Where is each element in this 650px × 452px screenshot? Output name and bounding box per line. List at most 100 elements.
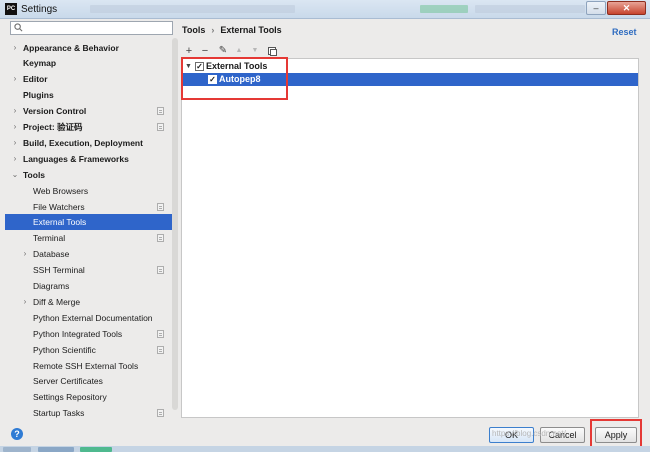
taskbar-item[interactable] (38, 447, 74, 452)
sidebar-item[interactable]: Keymap (5, 55, 174, 71)
project-scope-icon (157, 107, 164, 116)
sidebar-item-label: Remote SSH External Tools (33, 360, 139, 371)
sidebar-item-label: Editor (23, 74, 48, 85)
sidebar-item-label: Languages & Frameworks (23, 153, 129, 164)
chevron-right-icon: › (211, 25, 215, 35)
settings-sidebar: › Appearance & Behavior Keymap › Editor Plugi… (5, 19, 178, 421)
sidebar-item[interactable]: Server Certificates (5, 373, 174, 389)
chevron-right-icon[interactable]: › (21, 246, 29, 262)
sidebar-item[interactable]: › Languages & Frameworks (5, 151, 174, 167)
breadcrumb: Tools › External Tools (182, 25, 282, 35)
sidebar-item[interactable]: Python Integrated Tools (5, 326, 174, 342)
sidebar-item-label: Plugins (23, 90, 54, 101)
chevron-right-icon[interactable]: › (11, 71, 19, 87)
sidebar-item-label: Appearance & Behavior (23, 42, 119, 53)
project-scope-icon (157, 266, 164, 275)
reset-link[interactable]: Reset (612, 27, 637, 37)
move-down-icon[interactable]: ▼ (249, 44, 261, 58)
sidebar-item[interactable]: › Version Control (5, 103, 174, 119)
sidebar-item-label: Project: 验证码 (23, 122, 83, 132)
sidebar-item-label: Server Certificates (33, 376, 103, 387)
sidebar-item-label: Diff & Merge (33, 296, 81, 307)
sidebar-item[interactable]: ⌄ Tools (5, 167, 174, 183)
copy-icon[interactable] (268, 47, 277, 56)
sidebar-item[interactable]: › Editor (5, 71, 174, 87)
sidebar-item-label: Version Control (23, 106, 87, 117)
sidebar-item[interactable]: › Appearance & Behavior (5, 40, 174, 56)
chevron-right-icon[interactable]: › (11, 103, 19, 119)
sidebar-item[interactable]: › Diff & Merge (5, 294, 174, 310)
help-icon[interactable]: ? (11, 428, 23, 440)
window-title: Settings (21, 4, 58, 15)
sidebar-item[interactable]: › Project: 验证码 (5, 119, 174, 135)
apply-button[interactable]: Apply (595, 427, 637, 443)
sidebar-item-label: SSH Terminal (33, 265, 85, 276)
chevron-right-icon[interactable]: › (11, 135, 19, 151)
project-scope-icon (157, 123, 164, 131)
project-scope-icon (157, 345, 164, 354)
search-icon (14, 23, 23, 32)
sidebar-item-label: Python Scientific (33, 344, 96, 355)
title-bar-blur (420, 5, 468, 13)
project-scope-icon (157, 202, 164, 211)
minimize-button[interactable]: – (586, 1, 606, 15)
sidebar-item-label: Web Browsers (33, 185, 89, 196)
project-scope-icon (157, 409, 164, 418)
sidebar-item-label: External Tools (33, 217, 87, 228)
external-tools-toolbar: + − ✎ ▲ ▼ (181, 44, 639, 58)
sidebar-item[interactable]: Web Browsers (5, 183, 174, 199)
tree-group-external-tools[interactable]: ▼ ✓ External Tools (182, 60, 638, 73)
sidebar-item[interactable]: › Database (5, 246, 174, 262)
sidebar-scrollbar[interactable] (172, 38, 178, 410)
chevron-right-icon[interactable]: › (11, 119, 19, 135)
sidebar-item-label: Python Integrated Tools (33, 328, 123, 339)
sidebar-item[interactable]: SSH Terminal (5, 262, 174, 278)
sidebar-item-label: Keymap (23, 58, 57, 69)
tree-group-label: External Tools (206, 61, 268, 71)
checkbox-autopep8[interactable]: ✓ (208, 75, 217, 84)
sidebar-item-label: Build, Execution, Deployment (23, 137, 143, 148)
close-button[interactable]: ✕ (607, 1, 646, 15)
sidebar-item[interactable]: Python Scientific (5, 342, 174, 358)
pycharm-app-icon: PC (5, 3, 17, 15)
breadcrumb-tools[interactable]: Tools (182, 25, 205, 35)
sidebar-item[interactable]: Diagrams (5, 278, 174, 294)
sidebar-item-label: Terminal (33, 233, 66, 244)
sidebar-item[interactable]: Remote SSH External Tools (5, 358, 174, 374)
sidebar-item[interactable]: Python External Documentation (5, 310, 174, 326)
tree-item-label: Autopep8 (219, 74, 261, 84)
taskbar-item[interactable] (80, 447, 112, 452)
add-icon[interactable]: + (183, 44, 195, 58)
sidebar-item-label: Settings Repository (33, 392, 107, 403)
sidebar-item[interactable]: File Watchers (5, 199, 174, 215)
remove-icon[interactable]: − (199, 44, 211, 58)
move-up-icon[interactable]: ▲ (233, 44, 245, 58)
sidebar-item[interactable]: Terminal (5, 230, 174, 246)
title-bar-blur (90, 5, 295, 13)
sidebar-item[interactable]: › Build, Execution, Deployment (5, 135, 174, 151)
taskbar-item[interactable] (3, 447, 31, 452)
tree-item-autopep8[interactable]: ✓ Autopep8 (182, 73, 638, 86)
edit-icon[interactable]: ✎ (217, 44, 229, 58)
sidebar-item-label: File Watchers (33, 201, 85, 212)
sidebar-item-label: Database (33, 249, 70, 260)
sidebar-item[interactable]: Plugins (5, 87, 174, 103)
sidebar-item-label: Diagrams (33, 281, 70, 291)
sidebar-item[interactable]: Startup Tasks (5, 405, 174, 421)
sidebar-item-label: Tools (23, 169, 46, 180)
sidebar-item[interactable]: External Tools (5, 214, 174, 231)
window-title-bar: PC Settings – □ ✕ (0, 0, 650, 19)
chevron-down-icon[interactable]: ⌄ (11, 167, 19, 183)
sidebar-item-label: Python External Documentation (33, 312, 153, 323)
chevron-right-icon[interactable]: › (21, 294, 29, 310)
title-bar-blur (475, 5, 585, 13)
checkbox-external-tools[interactable]: ✓ (195, 62, 204, 71)
sidebar-item[interactable]: Settings Repository (5, 389, 174, 405)
chevron-right-icon[interactable]: › (11, 151, 19, 167)
project-scope-icon (157, 329, 164, 338)
chevron-right-icon[interactable]: › (11, 40, 19, 56)
chevron-down-icon[interactable]: ▼ (185, 60, 192, 73)
watermark: https://blog.csdn.net/ (492, 429, 566, 438)
search-input[interactable] (10, 21, 173, 35)
sidebar-item-label: Startup Tasks (33, 408, 85, 419)
